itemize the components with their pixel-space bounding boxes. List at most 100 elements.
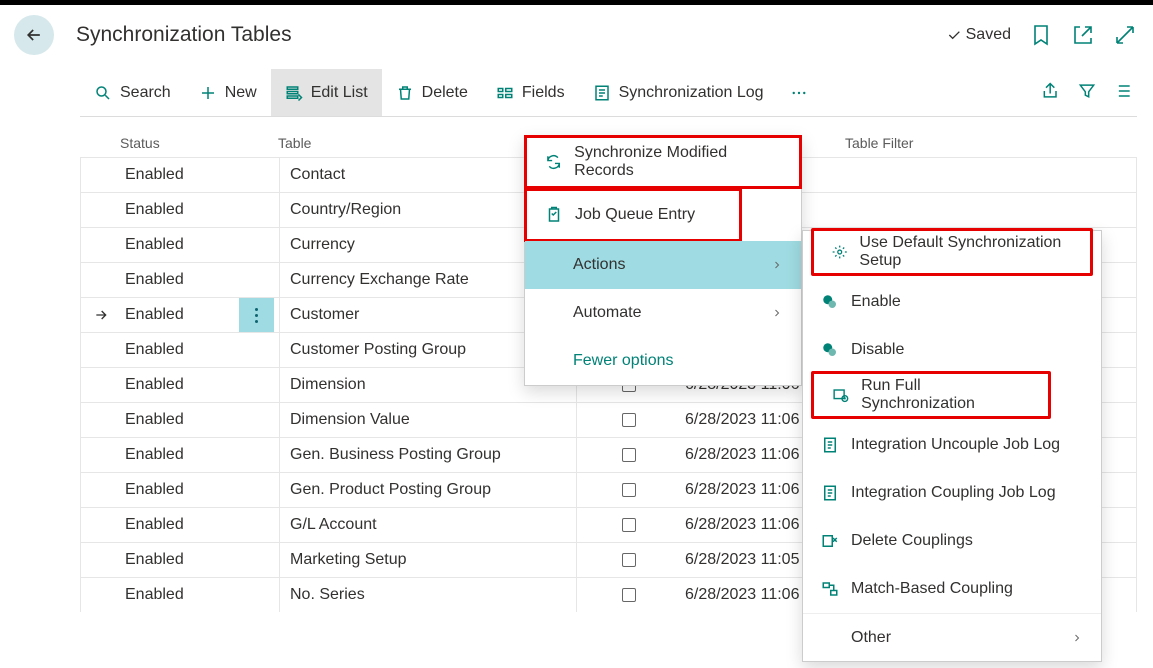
disable-icon — [821, 341, 839, 359]
search-icon — [94, 84, 112, 102]
cell-checkbox[interactable] — [576, 403, 681, 437]
menu-label: Integration Uncouple Job Log — [851, 436, 1060, 454]
run-full-icon — [832, 386, 849, 404]
cell-checkbox[interactable] — [576, 438, 681, 472]
menu-label: Job Queue Entry — [575, 206, 695, 224]
cell-checkbox[interactable] — [576, 508, 681, 542]
cell-status: Enabled — [121, 586, 279, 604]
cell-table[interactable]: Dimension Value — [279, 403, 576, 437]
checkbox-icon — [622, 448, 636, 462]
sync-log-label: Synchronization Log — [619, 84, 764, 102]
cell-status: Enabled — [121, 271, 279, 289]
menu-label: Disable — [851, 341, 904, 359]
arrow-left-icon — [24, 25, 44, 45]
delete-button[interactable]: Delete — [382, 69, 482, 116]
cell-status: Enabled — [121, 481, 279, 499]
chevron-right-icon — [771, 259, 783, 271]
menu-label: Synchronize Modified Records — [574, 144, 781, 180]
vertical-dots-icon — [255, 308, 258, 323]
row-gutter — [81, 307, 121, 323]
cell-status: Enabled — [121, 446, 279, 464]
menu-label: Other — [851, 629, 891, 647]
checkbox-icon — [622, 588, 636, 602]
menu-delete-couplings[interactable]: Delete Couplings — [803, 517, 1101, 565]
fields-icon — [496, 84, 514, 102]
filter-icon — [1077, 81, 1097, 101]
cell-status: Enabled — [121, 411, 279, 429]
actions-menu: Synchronize Modified Records Job Queue E… — [524, 135, 802, 386]
menu-job-queue[interactable]: Job Queue Entry — [527, 191, 739, 239]
menu-use-default[interactable]: Use Default Synchronization Setup — [814, 231, 1090, 273]
chevron-right-icon — [771, 307, 783, 319]
cell-table[interactable]: No. Series — [279, 578, 576, 612]
cell-status: Enabled — [121, 166, 279, 184]
sync-log-button[interactable]: Synchronization Log — [579, 69, 778, 116]
list-view-button[interactable] — [1113, 81, 1133, 105]
menu-disable[interactable]: Disable — [803, 326, 1101, 374]
menu-label: Actions — [573, 256, 625, 274]
menu-coupling-log[interactable]: Integration Coupling Job Log — [803, 469, 1101, 517]
menu-label: Use Default Synchronization Setup — [859, 234, 1072, 270]
menu-match-based[interactable]: Match-Based Coupling — [803, 565, 1101, 613]
saved-label: Saved — [966, 26, 1011, 44]
delete-label: Delete — [422, 84, 468, 102]
expand-button[interactable] — [1113, 23, 1137, 47]
fields-label: Fields — [522, 84, 565, 102]
edit-list-icon — [285, 84, 303, 102]
menu-other-submenu[interactable]: Other — [803, 613, 1101, 661]
menu-run-full[interactable]: Run Full Synchronization — [814, 374, 1048, 416]
menu-fewer-options[interactable]: Fewer options — [525, 337, 801, 385]
enable-icon — [821, 293, 839, 311]
menu-sync-modified[interactable]: Synchronize Modified Records — [527, 138, 799, 186]
chevron-right-icon — [1071, 632, 1083, 644]
menu-label: Enable — [851, 293, 901, 311]
menu-label: Run Full Synchronization — [861, 377, 1030, 413]
filter-button[interactable] — [1077, 81, 1097, 105]
more-actions-button[interactable] — [778, 69, 820, 116]
cell-table[interactable]: Marketing Setup — [279, 543, 576, 577]
cell-status: Enabled — [121, 201, 279, 219]
fields-button[interactable]: Fields — [482, 69, 579, 116]
gear-sync-icon — [832, 243, 847, 261]
list-icon — [1113, 81, 1133, 101]
col-header-filter[interactable]: Table Filter — [845, 135, 1137, 151]
menu-automate-submenu[interactable]: Automate — [525, 289, 801, 337]
menu-label: Integration Coupling Job Log — [851, 484, 1056, 502]
edit-list-button[interactable]: Edit List — [271, 69, 382, 116]
share-button[interactable] — [1041, 81, 1061, 105]
cell-checkbox[interactable] — [576, 578, 681, 612]
checkbox-icon — [622, 553, 636, 567]
sync-log-icon — [593, 84, 611, 102]
cell-table[interactable]: Gen. Business Posting Group — [279, 438, 576, 472]
cell-checkbox[interactable] — [576, 543, 681, 577]
cell-status: Enabled — [121, 236, 279, 254]
arrow-right-icon — [93, 307, 109, 323]
menu-uncouple-log[interactable]: Integration Uncouple Job Log — [803, 421, 1101, 469]
edit-list-label: Edit List — [311, 84, 368, 102]
cell-checkbox[interactable] — [576, 473, 681, 507]
log-icon — [821, 436, 839, 454]
popout-icon — [1071, 23, 1095, 47]
expand-icon — [1113, 23, 1137, 47]
cell-table[interactable]: Gen. Product Posting Group — [279, 473, 576, 507]
search-button[interactable]: Search — [80, 69, 185, 116]
col-header-status[interactable]: Status — [120, 135, 278, 151]
menu-enable[interactable]: Enable — [803, 278, 1101, 326]
cell-table[interactable]: G/L Account — [279, 508, 576, 542]
new-button[interactable]: New — [185, 69, 271, 116]
menu-label: Fewer options — [573, 352, 674, 370]
popout-button[interactable] — [1071, 23, 1095, 47]
menu-label: Delete Couplings — [851, 532, 973, 550]
more-icon — [790, 84, 808, 102]
saved-status[interactable]: Saved — [946, 26, 1011, 44]
menu-label: Automate — [573, 304, 641, 322]
actions-submenu: Use Default Synchronization Setup Enable… — [802, 230, 1102, 662]
menu-actions-submenu[interactable]: Actions — [525, 241, 801, 289]
match-icon — [821, 580, 839, 598]
bookmark-button[interactable] — [1029, 23, 1053, 47]
back-button[interactable] — [14, 15, 54, 55]
bookmark-icon — [1029, 23, 1053, 47]
trash-icon — [396, 84, 414, 102]
plus-icon — [199, 84, 217, 102]
row-more-button[interactable] — [239, 298, 274, 333]
